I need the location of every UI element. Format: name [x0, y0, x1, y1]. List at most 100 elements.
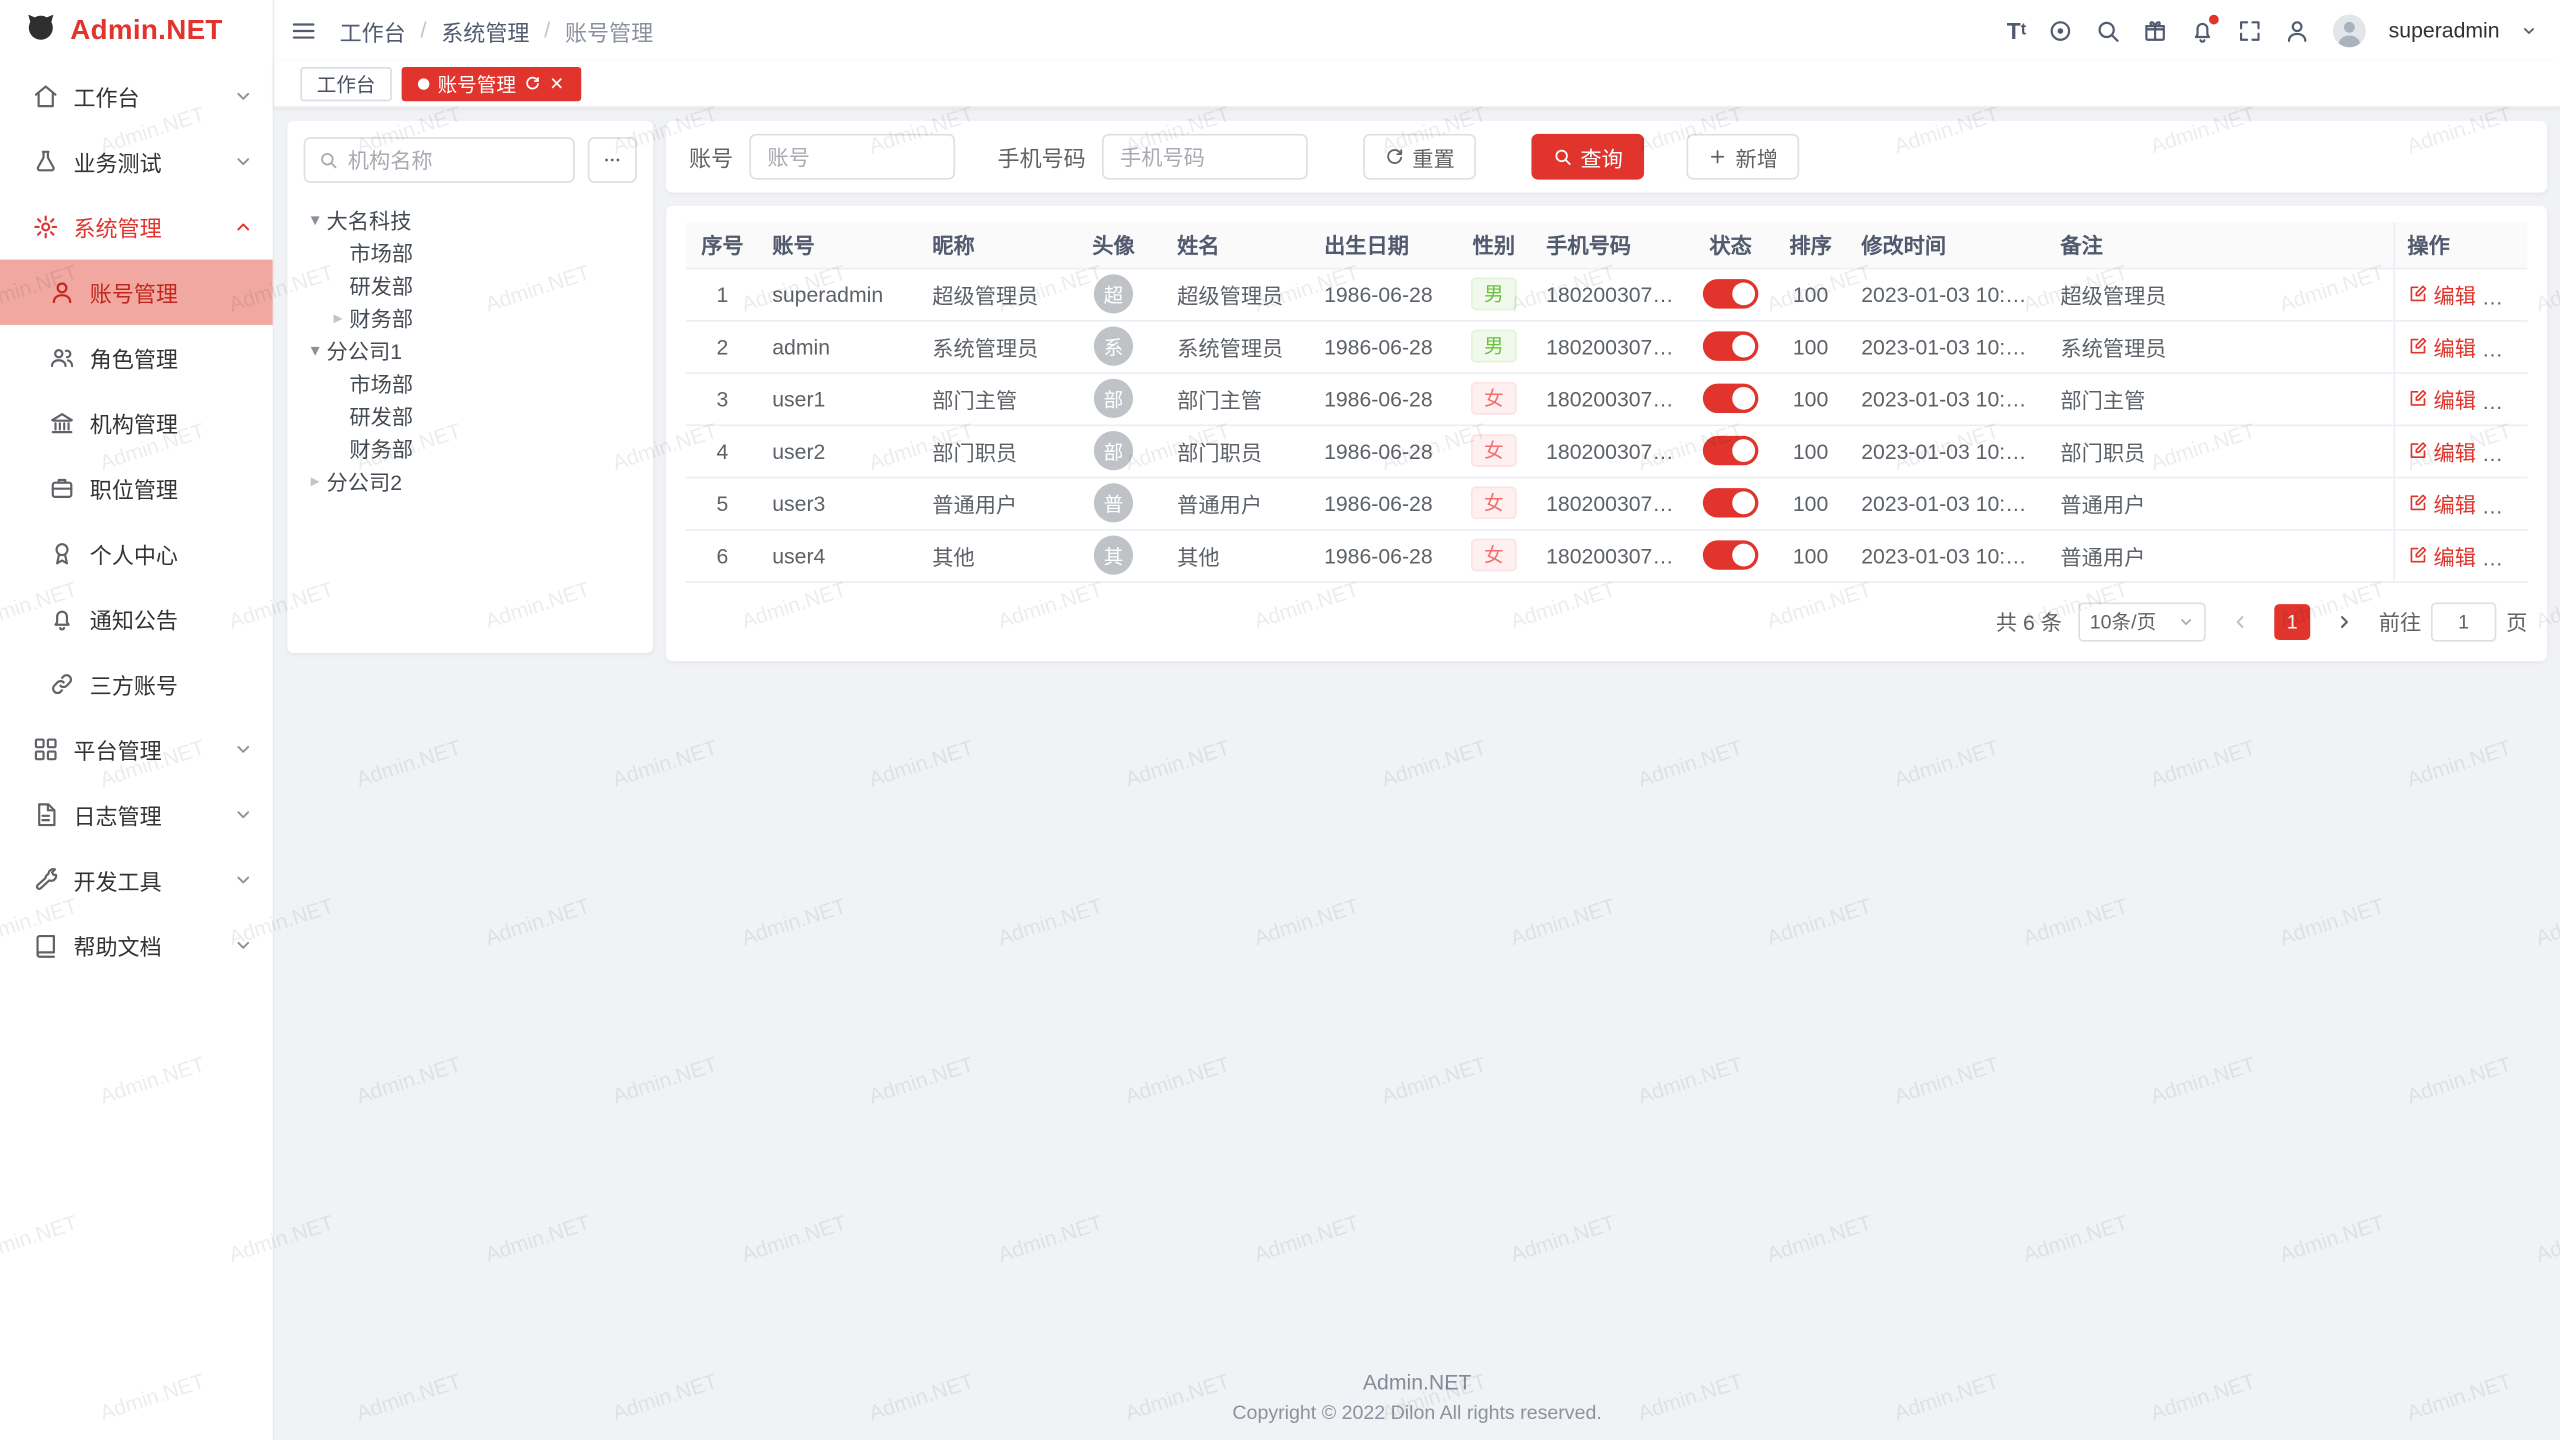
breadcrumb-item-workbench[interactable]: 工作台: [340, 14, 406, 47]
reset-button[interactable]: 重置: [1363, 134, 1476, 180]
sidebar-item-personal-center[interactable]: 个人中心: [0, 521, 273, 586]
account-panel: 账号 手机号码 重置 查询 新增: [666, 121, 2547, 661]
tree-node[interactable]: 分公司1: [304, 333, 637, 366]
edit-button[interactable]: 编辑: [2407, 383, 2476, 414]
account-filter-label: 账号: [689, 140, 733, 173]
breadcrumb-item-system[interactable]: 系统管理: [441, 14, 529, 47]
tab-account-management[interactable]: 账号管理: [402, 66, 582, 100]
status-toggle[interactable]: [1703, 488, 1759, 517]
status-toggle[interactable]: [1703, 331, 1759, 360]
user-icon[interactable]: [2284, 17, 2310, 43]
edit-button[interactable]: 编辑: [2407, 487, 2476, 518]
tree-node[interactable]: 分公司2: [304, 464, 637, 497]
gift-icon[interactable]: [2142, 17, 2168, 43]
tree-node[interactable]: 市场部: [304, 366, 637, 399]
grid-icon: [33, 736, 59, 762]
fullscreen-icon[interactable]: [2237, 17, 2263, 43]
tree-more-button[interactable]: [588, 137, 637, 183]
tree-node[interactable]: 大名科技: [304, 202, 637, 235]
sidebar-item-label: 工作台: [73, 80, 218, 113]
table-row[interactable]: 4 user2 部门职员 部 部门职员 1986-06-28 女 1802003…: [686, 424, 2528, 476]
status-toggle[interactable]: [1703, 279, 1759, 308]
chevron-down-icon[interactable]: [2521, 22, 2537, 38]
table-row[interactable]: 1 superadmin 超级管理员 超 超级管理员 1986-06-28 男 …: [686, 268, 2528, 320]
tabs-bar: 工作台 账号管理: [274, 60, 2560, 107]
avatar[interactable]: [2332, 12, 2368, 48]
tree-node[interactable]: 研发部: [304, 398, 637, 431]
tree-caret-icon[interactable]: [304, 469, 327, 490]
row-more-button[interactable]: [2498, 549, 2518, 569]
cell-operations: 编辑: [2393, 268, 2527, 320]
row-more-button[interactable]: [2498, 288, 2518, 308]
theme-icon[interactable]: [2047, 17, 2073, 43]
cell-modified: 2023-01-03 10:59:44: [1848, 424, 2047, 476]
hamburger-icon[interactable]: [291, 17, 317, 43]
row-more-button[interactable]: [2498, 445, 2518, 465]
sidebar-item-third-party-account[interactable]: 三方账号: [0, 651, 273, 716]
sidebar-item-help-docs[interactable]: 帮助文档: [0, 913, 273, 978]
search-button[interactable]: 查询: [1531, 134, 1644, 180]
close-icon[interactable]: [549, 75, 565, 91]
sidebar-item-system-management[interactable]: 系统管理: [0, 194, 273, 259]
tab-workbench[interactable]: 工作台: [300, 66, 391, 100]
briefcase-icon: [49, 475, 75, 501]
row-more-button[interactable]: [2498, 393, 2518, 413]
sidebar-item-org-management[interactable]: 机构管理: [0, 390, 273, 455]
cell-status: [1688, 372, 1773, 424]
page-size-select[interactable]: 10条/页: [2078, 602, 2205, 641]
status-toggle[interactable]: [1703, 540, 1759, 569]
org-search-input[interactable]: [348, 148, 560, 172]
search-icon[interactable]: [2095, 17, 2121, 43]
bell-icon[interactable]: [2189, 17, 2215, 43]
sidebar-item-dev-tools[interactable]: 开发工具: [0, 847, 273, 912]
tree-caret-icon[interactable]: [304, 208, 327, 229]
tree-node[interactable]: 财务部: [304, 300, 637, 333]
cell-gender: 男: [1455, 320, 1533, 372]
sidebar-item-workbench[interactable]: 工作台: [0, 64, 273, 129]
cell-nickname: 系统管理员: [919, 320, 1063, 372]
edit-button[interactable]: 编辑: [2407, 331, 2476, 362]
tree-node[interactable]: 财务部: [304, 431, 637, 464]
phone-filter-input[interactable]: [1102, 134, 1308, 180]
status-toggle[interactable]: [1703, 436, 1759, 465]
tree-caret-icon[interactable]: [304, 339, 327, 360]
sidebar-item-position-management[interactable]: 职位管理: [0, 456, 273, 521]
tree-node[interactable]: 研发部: [304, 268, 637, 301]
col-index: 序号: [686, 222, 759, 268]
next-page-button[interactable]: [2326, 603, 2362, 639]
col-status: 状态: [1688, 222, 1773, 268]
tree-caret-icon[interactable]: [327, 306, 350, 327]
edit-button[interactable]: 编辑: [2407, 540, 2476, 571]
row-avatar: 部: [1094, 431, 1133, 470]
active-tab-dot-icon: [418, 78, 429, 89]
account-filter-input[interactable]: [749, 134, 955, 180]
gender-tag: 女: [1471, 382, 1517, 415]
cell-nickname: 部门职员: [919, 424, 1063, 476]
sidebar-item-platform-management[interactable]: 平台管理: [0, 717, 273, 782]
table-row[interactable]: 3 user1 部门主管 部 部门主管 1986-06-28 女 1802003…: [686, 372, 2528, 424]
sidebar-item-role-management[interactable]: 角色管理: [0, 325, 273, 390]
table-row[interactable]: 2 admin 系统管理员 系 系统管理员 1986-06-28 男 18020…: [686, 320, 2528, 372]
prev-page-button[interactable]: [2222, 603, 2258, 639]
sidebar-item-notice[interactable]: 通知公告: [0, 586, 273, 651]
sidebar-item-label: 平台管理: [73, 733, 218, 766]
cell-account: user3: [759, 477, 919, 529]
sidebar-item-log-management[interactable]: 日志管理: [0, 782, 273, 847]
edit-button[interactable]: 编辑: [2407, 278, 2476, 309]
table-row[interactable]: 5 user3 普通用户 普 普通用户 1986-06-28 女 1802003…: [686, 477, 2528, 529]
add-button[interactable]: 新增: [1687, 134, 1800, 180]
page-number-1[interactable]: 1: [2274, 603, 2310, 639]
tree-node[interactable]: 市场部: [304, 235, 637, 268]
refresh-icon[interactable]: [524, 75, 540, 91]
sidebar-item-business-test[interactable]: 业务测试: [0, 129, 273, 194]
sidebar: Admin.NET 工作台 业务测试 系统管理 账号管理: [0, 0, 274, 1440]
row-more-button[interactable]: [2498, 341, 2518, 361]
font-size-icon[interactable]: Tt: [2007, 17, 2026, 43]
table-row[interactable]: 6 user4 其他 其 其他 1986-06-28 女 18020030720: [686, 529, 2528, 581]
goto-page-input[interactable]: [2431, 602, 2496, 641]
row-more-button[interactable]: [2498, 497, 2518, 517]
edit-button[interactable]: 编辑: [2407, 435, 2476, 466]
status-toggle[interactable]: [1703, 384, 1759, 413]
sidebar-item-account-management[interactable]: 账号管理: [0, 260, 273, 325]
username[interactable]: superadmin: [2389, 18, 2500, 42]
